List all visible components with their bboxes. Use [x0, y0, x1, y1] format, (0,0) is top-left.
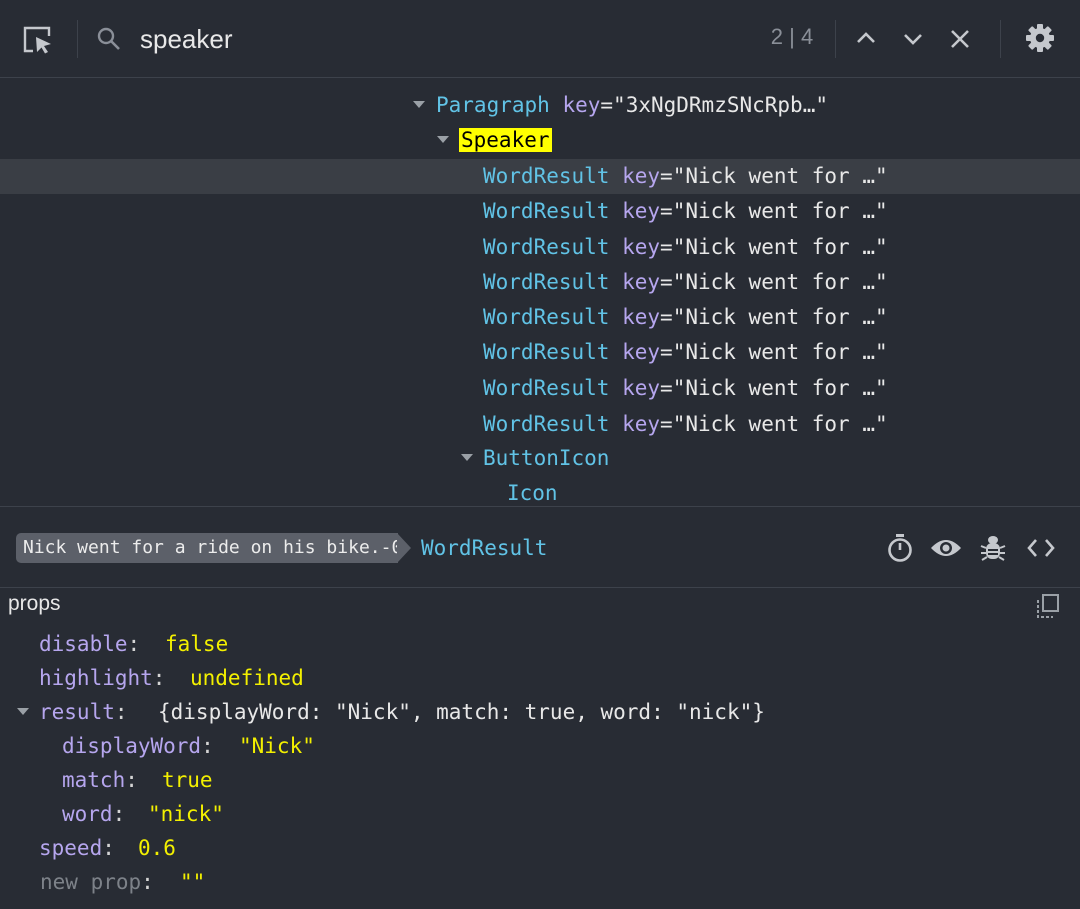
devtools-toolbar: 2 | 4: [0, 0, 1080, 78]
panel-divider: [0, 506, 1080, 507]
attribute-value: "Nick went for …": [672, 235, 888, 259]
search-icon: [97, 27, 120, 50]
tree-row-wordresult[interactable]: WordResult key="Nick went for …": [0, 407, 1080, 442]
attribute-value: "Nick went for …": [672, 376, 888, 400]
attribute-value: "Nick went for …": [672, 164, 888, 188]
prop-row-displayword[interactable]: displayWord: "Nick": [0, 729, 1080, 763]
prop-value-object-preview: {displayWord: "Nick", match: true, word:…: [158, 700, 765, 724]
prop-row-match[interactable]: match: true: [0, 763, 1080, 797]
prop-key: result: [39, 700, 115, 724]
selected-component-name: WordResult: [421, 536, 548, 560]
inspect-eye-icon[interactable]: [930, 537, 962, 559]
clear-search-icon[interactable]: [949, 28, 971, 50]
collapse-triangle-icon[interactable]: [436, 123, 454, 158]
breadcrumb-arrow: [397, 533, 411, 563]
attribute-name: key: [622, 305, 661, 329]
tree-row-speaker[interactable]: Speaker: [0, 123, 1080, 158]
prop-value[interactable]: "Nick": [239, 729, 315, 763]
attribute-value: "Nick went for …": [672, 340, 888, 364]
collapse-triangle-icon[interactable]: [412, 88, 430, 123]
attribute-value: "Nick went for …": [672, 412, 888, 436]
attribute-name: key: [622, 199, 661, 223]
prop-value[interactable]: true: [162, 763, 213, 797]
element-picker-icon[interactable]: [22, 25, 56, 55]
search-match-count: 2 | 4: [770, 24, 814, 49]
toolbar-divider: [835, 20, 836, 58]
attribute-name: key: [562, 93, 601, 117]
selected-component-bar: Nick went for a ride on his bike.-0 Word…: [0, 518, 1080, 576]
prop-value[interactable]: false: [165, 627, 228, 661]
suspend-stopwatch-icon[interactable]: [886, 533, 914, 563]
new-prop-value-input[interactable]: "": [180, 865, 205, 899]
attribute-name: key: [622, 412, 661, 436]
breadcrumb-parent-key[interactable]: Nick went for a ride on his bike.-0: [16, 533, 402, 563]
tree-row-paragraph[interactable]: Paragraph key="3xNgDRmzSNcRpb…": [0, 88, 1080, 123]
prop-value[interactable]: 0.6: [138, 831, 176, 865]
component-name: Icon: [507, 481, 558, 505]
debug-bug-icon[interactable]: [980, 533, 1006, 563]
next-match-icon[interactable]: [902, 30, 924, 48]
prop-row-disable[interactable]: disable: false: [0, 627, 1080, 661]
component-name: WordResult: [483, 340, 610, 364]
attribute-name: key: [622, 340, 661, 364]
view-source-icon[interactable]: [1026, 537, 1056, 559]
collapse-triangle-icon[interactable]: [460, 441, 478, 476]
component-name: WordResult: [483, 412, 610, 436]
tree-row-buttonicon[interactable]: ButtonIcon: [0, 441, 1080, 476]
prop-value[interactable]: "nick": [148, 797, 224, 831]
attribute-value: "3xNgDRmzSNcRpb…": [613, 93, 828, 117]
copy-icon[interactable]: [1036, 593, 1060, 619]
settings-gear-icon[interactable]: [1025, 23, 1055, 53]
prop-row-new-prop[interactable]: new prop: "": [0, 865, 1080, 899]
component-name: WordResult: [483, 270, 610, 294]
component-tree[interactable]: Paragraph key="3xNgDRmzSNcRpb…" Speaker …: [0, 88, 1080, 506]
prop-key: match: [62, 768, 126, 792]
props-section-title: props: [8, 592, 61, 615]
previous-match-icon[interactable]: [855, 29, 877, 47]
component-name: WordResult: [483, 235, 610, 259]
component-name: ButtonIcon: [483, 446, 610, 470]
prop-key: word: [62, 802, 113, 826]
panel-divider: [0, 587, 1080, 588]
tree-row-wordresult[interactable]: WordResult key="Nick went for …": [0, 230, 1080, 265]
component-name: WordResult: [483, 305, 610, 329]
tree-row-wordresult[interactable]: WordResult key="Nick went for …": [0, 371, 1080, 406]
prop-row-speed[interactable]: speed: 0.6: [0, 831, 1080, 865]
prop-key: speed: [39, 836, 103, 860]
tree-row-wordresult[interactable]: WordResult key="Nick went for …": [0, 335, 1080, 370]
toolbar-divider: [1000, 20, 1001, 58]
search-highlight-component-name: Speaker: [459, 128, 552, 152]
prop-key: disable: [39, 632, 128, 656]
tree-row-wordresult[interactable]: WordResult key="Nick went for …": [0, 194, 1080, 229]
new-prop-key-input[interactable]: new prop: [40, 870, 141, 894]
component-name: WordResult: [483, 199, 610, 223]
prop-row-highlight[interactable]: highlight: undefined: [0, 661, 1080, 695]
component-name: WordResult: [483, 164, 610, 188]
prop-value[interactable]: undefined: [190, 661, 304, 695]
attribute-value: "Nick went for …": [672, 305, 888, 329]
prop-row-word[interactable]: word: "nick": [0, 797, 1080, 831]
attribute-name: key: [622, 376, 661, 400]
attribute-name: key: [622, 270, 661, 294]
attribute-name: key: [622, 235, 661, 259]
collapse-triangle-icon[interactable]: [16, 695, 32, 729]
attribute-name: key: [622, 164, 661, 188]
search-input[interactable]: [140, 20, 700, 58]
tree-row-wordresult-selected[interactable]: WordResult key="Nick went for …": [0, 159, 1080, 194]
tree-row-wordresult[interactable]: WordResult key="Nick went for …": [0, 300, 1080, 335]
prop-key: highlight: [39, 666, 153, 690]
attribute-value: "Nick went for …": [672, 270, 888, 294]
component-name: Paragraph: [436, 93, 550, 117]
prop-row-result[interactable]: result: {displayWord: "Nick", match: tru…: [0, 695, 1080, 729]
prop-key: displayWord: [62, 734, 202, 758]
toolbar-divider: [77, 20, 78, 58]
attribute-value: "Nick went for …": [672, 199, 888, 223]
tree-row-wordresult[interactable]: WordResult key="Nick went for …": [0, 265, 1080, 300]
component-name: WordResult: [483, 376, 610, 400]
